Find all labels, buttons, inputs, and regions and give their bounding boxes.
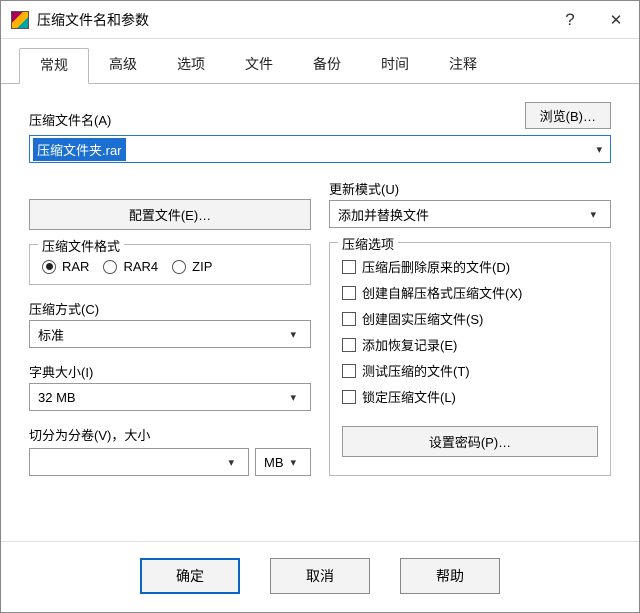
opt-solid-label: 创建固实压缩文件(S) xyxy=(362,309,483,328)
tab-time[interactable]: 时间 xyxy=(361,48,429,84)
profiles-button[interactable]: 配置文件(E)… xyxy=(29,199,311,230)
tab-bar: 常规 高级 选项 文件 备份 时间 注释 xyxy=(1,39,639,84)
options-group: 压缩选项 压缩后删除原来的文件(D) 创建自解压格式压缩文件(X) 创建固 xyxy=(329,242,611,476)
format-group: 压缩文件格式 RAR RAR4 ZIP xyxy=(29,244,311,285)
opt-test-label: 测试压缩的文件(T) xyxy=(362,361,470,380)
opt-sfx[interactable]: 创建自解压格式压缩文件(X) xyxy=(342,283,598,302)
radio-icon xyxy=(42,260,56,274)
format-zip-radio[interactable]: ZIP xyxy=(172,259,212,274)
chevron-down-icon: ▾ xyxy=(582,208,604,221)
tab-options[interactable]: 选项 xyxy=(157,48,225,84)
checkbox-icon xyxy=(342,364,356,378)
method-label: 压缩方式(C) xyxy=(29,299,311,318)
checkbox-icon xyxy=(342,286,356,300)
dialog-body: 压缩文件名(A) 浏览(B)… 压缩文件夹.rar ▾ 配置文件(E)… 压缩文… xyxy=(1,84,639,541)
checkbox-icon xyxy=(342,338,356,352)
split-label: 切分为分卷(V)，大小 xyxy=(29,425,311,444)
opt-sfx-label: 创建自解压格式压缩文件(X) xyxy=(362,283,522,302)
archive-name-value: 压缩文件夹.rar xyxy=(33,138,126,161)
format-group-title: 压缩文件格式 xyxy=(38,236,124,255)
opt-test[interactable]: 测试压缩的文件(T) xyxy=(342,361,598,380)
ok-button[interactable]: 确定 xyxy=(140,558,240,594)
checkbox-icon xyxy=(342,260,356,274)
help-icon[interactable]: ? xyxy=(547,1,593,39)
dict-value: 32 MB xyxy=(38,390,76,405)
method-value: 标准 xyxy=(38,325,64,344)
help-button[interactable]: 帮助 xyxy=(400,558,500,594)
split-unit-value: MB xyxy=(264,455,284,470)
close-icon[interactable]: ✕ xyxy=(593,1,639,39)
tab-backup[interactable]: 备份 xyxy=(293,48,361,84)
opt-lock[interactable]: 锁定压缩文件(L) xyxy=(342,387,598,406)
chevron-down-icon: ▾ xyxy=(282,328,304,341)
chevron-down-icon[interactable]: ▾ xyxy=(588,143,610,156)
cancel-button[interactable]: 取消 xyxy=(270,558,370,594)
titlebar: 压缩文件名和参数 ? ✕ xyxy=(1,1,639,39)
update-mode-value: 添加并替换文件 xyxy=(338,205,429,224)
browse-button[interactable]: 浏览(B)… xyxy=(525,102,611,129)
chevron-down-icon: ▾ xyxy=(220,456,242,469)
dict-label: 字典大小(I) xyxy=(29,362,311,381)
opt-delete-after[interactable]: 压缩后删除原来的文件(D) xyxy=(342,257,598,276)
format-rar4-label: RAR4 xyxy=(123,259,158,274)
opt-lock-label: 锁定压缩文件(L) xyxy=(362,387,456,406)
chevron-down-icon: ▾ xyxy=(282,391,304,404)
checkbox-icon xyxy=(342,312,356,326)
format-rar-label: RAR xyxy=(62,259,89,274)
split-unit-select[interactable]: MB ▾ xyxy=(255,448,311,476)
opt-recovery[interactable]: 添加恢复记录(E) xyxy=(342,335,598,354)
app-icon xyxy=(11,11,29,29)
options-group-title: 压缩选项 xyxy=(338,234,398,253)
chevron-down-icon: ▾ xyxy=(282,456,304,469)
tab-advanced[interactable]: 高级 xyxy=(89,48,157,84)
opt-delete-after-label: 压缩后删除原来的文件(D) xyxy=(362,257,510,276)
tab-files[interactable]: 文件 xyxy=(225,48,293,84)
tab-comment[interactable]: 注释 xyxy=(429,48,497,84)
checkbox-icon xyxy=(342,390,356,404)
dialog-window: 压缩文件名和参数 ? ✕ 常规 高级 选项 文件 备份 时间 注释 压缩文件名(… xyxy=(0,0,640,613)
update-mode-label: 更新模式(U) xyxy=(329,179,611,198)
format-rar-radio[interactable]: RAR xyxy=(42,259,89,274)
archive-name-label: 压缩文件名(A) xyxy=(29,110,515,129)
opt-recovery-label: 添加恢复记录(E) xyxy=(362,335,457,354)
method-select[interactable]: 标准 ▾ xyxy=(29,320,311,348)
format-zip-label: ZIP xyxy=(192,259,212,274)
opt-solid[interactable]: 创建固实压缩文件(S) xyxy=(342,309,598,328)
dict-select[interactable]: 32 MB ▾ xyxy=(29,383,311,411)
radio-icon xyxy=(172,260,186,274)
set-password-button[interactable]: 设置密码(P)… xyxy=(342,426,598,457)
radio-icon xyxy=(103,260,117,274)
left-column: 配置文件(E)… 压缩文件格式 RAR RAR4 xyxy=(29,179,311,476)
update-mode-select[interactable]: 添加并替换文件 ▾ xyxy=(329,200,611,228)
dialog-footer: 确定 取消 帮助 xyxy=(1,541,639,612)
format-rar4-radio[interactable]: RAR4 xyxy=(103,259,158,274)
split-size-input[interactable]: ▾ xyxy=(29,448,249,476)
right-column: 更新模式(U) 添加并替换文件 ▾ 压缩选项 压缩后删除原来的文件(D) xyxy=(329,179,611,476)
archive-name-input[interactable]: 压缩文件夹.rar ▾ xyxy=(29,135,611,163)
window-title: 压缩文件名和参数 xyxy=(37,10,547,30)
tab-general[interactable]: 常规 xyxy=(19,48,89,84)
